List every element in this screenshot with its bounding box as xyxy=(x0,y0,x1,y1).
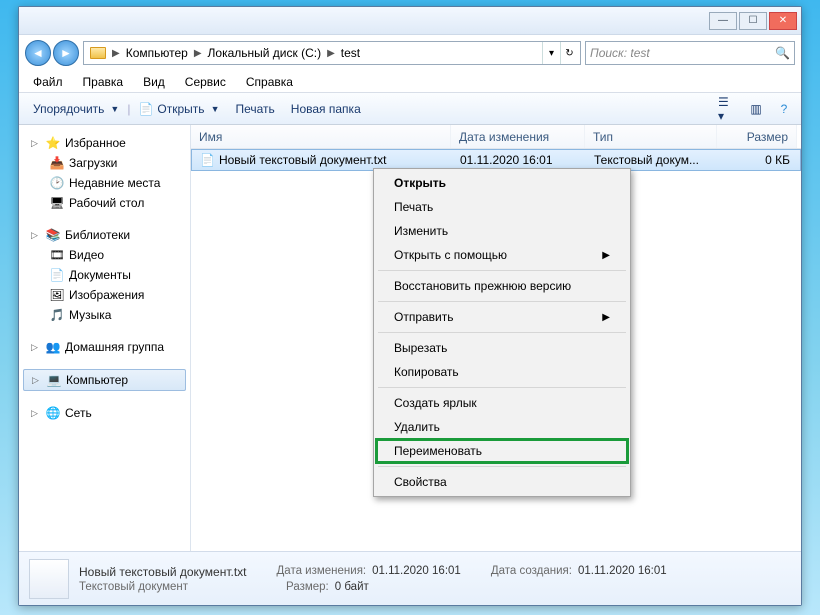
sidebar-homegroup[interactable]: ▷👥Домашняя группа xyxy=(19,337,190,357)
chevron-right-icon: ▶ xyxy=(602,312,610,323)
status-size-label: Размер: xyxy=(286,581,329,593)
cm-open-with[interactable]: Открыть с помощью▶ xyxy=(376,243,628,267)
document-icon: 📄 xyxy=(138,102,153,116)
file-date: 01.11.2020 16:01 xyxy=(452,153,586,167)
homegroup-icon: 👥 xyxy=(45,339,61,355)
menu-file[interactable]: Файл xyxy=(25,73,71,91)
sidebar: ▷⭐Избранное 📥Загрузки 🕑Недавние места 🖥Р… xyxy=(19,125,191,551)
menubar: Файл Правка Вид Сервис Справка xyxy=(19,71,801,93)
status-file-icon xyxy=(29,559,69,599)
titlebar: — ☐ ✕ xyxy=(19,7,801,35)
view-options-icon[interactable]: ☰ ▾ xyxy=(717,98,739,120)
cm-open[interactable]: Открыть xyxy=(376,171,628,195)
organize-button[interactable]: Упорядочить▼ xyxy=(25,98,127,120)
cm-copy[interactable]: Копировать xyxy=(376,360,628,384)
breadcrumb[interactable]: ▶ Компьютер ▶ Локальный диск (C:) ▶ test… xyxy=(83,41,581,65)
sidebar-item-music[interactable]: 🎵Музыка xyxy=(19,305,190,325)
cm-rename[interactable]: Переименовать xyxy=(376,439,628,463)
sidebar-computer[interactable]: ▷💻Компьютер xyxy=(23,369,186,391)
status-size-value: 0 байт xyxy=(335,581,369,593)
computer-icon: 💻 xyxy=(46,372,62,388)
textfile-icon: 📄 xyxy=(200,153,215,167)
preview-pane-icon[interactable]: ▥ xyxy=(745,98,767,120)
status-datecreated-value: 01.11.2020 16:01 xyxy=(578,565,667,579)
sidebar-item-pictures[interactable]: 🖼Изображения xyxy=(19,285,190,305)
folder-icon xyxy=(90,47,106,59)
document-icon: 📄 xyxy=(49,267,65,283)
status-title: Новый текстовый документ.txt xyxy=(79,565,247,579)
toolbar: Упорядочить▼ | 📄Открыть▼ Печать Новая па… xyxy=(19,93,801,125)
libraries-icon: 📚 xyxy=(45,227,61,243)
file-size: 0 КБ xyxy=(718,153,798,167)
status-datecreated-label: Дата создания: xyxy=(491,565,572,579)
desktop-icon: 🖥 xyxy=(49,195,65,211)
recent-icon: 🕑 xyxy=(49,175,65,191)
list-header: Имя Дата изменения Тип Размер xyxy=(191,125,801,149)
folder-icon: 📥 xyxy=(49,155,65,171)
col-header-size[interactable]: Размер xyxy=(717,125,797,148)
cm-restore-version[interactable]: Восстановить прежнюю версию xyxy=(376,274,628,298)
statusbar: Новый текстовый документ.txt Дата измене… xyxy=(19,551,801,605)
open-button[interactable]: 📄Открыть▼ xyxy=(130,98,227,120)
sidebar-libraries[interactable]: ▷📚Библиотеки xyxy=(19,225,190,245)
new-folder-button[interactable]: Новая папка xyxy=(283,98,369,120)
sidebar-item-recent[interactable]: 🕑Недавние места xyxy=(19,173,190,193)
back-button[interactable]: ◄ xyxy=(25,40,51,66)
image-icon: 🖼 xyxy=(49,287,65,303)
chevron-right-icon: ▶ xyxy=(602,250,610,261)
nav-row: ◄ ► ▶ Компьютер ▶ Локальный диск (C:) ▶ … xyxy=(19,35,801,71)
col-header-name[interactable]: Имя xyxy=(191,125,451,148)
close-button[interactable]: ✕ xyxy=(769,12,797,30)
cm-shortcut[interactable]: Создать ярлык xyxy=(376,391,628,415)
breadcrumb-segment[interactable]: test xyxy=(337,46,364,60)
network-icon: 🌐 xyxy=(45,405,61,421)
cm-delete[interactable]: Удалить xyxy=(376,415,628,439)
context-menu: Открыть Печать Изменить Открыть с помощь… xyxy=(373,168,631,497)
help-icon[interactable]: ? xyxy=(773,98,795,120)
menu-edit[interactable]: Правка xyxy=(75,73,132,91)
sidebar-item-downloads[interactable]: 📥Загрузки xyxy=(19,153,190,173)
cm-edit[interactable]: Изменить xyxy=(376,219,628,243)
refresh-icon[interactable]: ↻ xyxy=(560,42,578,64)
search-icon[interactable]: 🔍 xyxy=(775,46,790,60)
sidebar-item-desktop[interactable]: 🖥Рабочий стол xyxy=(19,193,190,213)
forward-button[interactable]: ► xyxy=(53,40,79,66)
print-button[interactable]: Печать xyxy=(227,98,282,120)
search-input[interactable]: Поиск: test 🔍 xyxy=(585,41,795,65)
status-datemod-label: Дата изменения: xyxy=(277,565,367,579)
col-header-date[interactable]: Дата изменения xyxy=(451,125,585,148)
music-icon: 🎵 xyxy=(49,307,65,323)
file-type: Текстовый докум... xyxy=(586,153,718,167)
maximize-button[interactable]: ☐ xyxy=(739,12,767,30)
menu-help[interactable]: Справка xyxy=(238,73,301,91)
breadcrumb-dropdown-icon[interactable]: ▾ xyxy=(542,42,560,64)
star-icon: ⭐ xyxy=(45,135,61,151)
menu-tools[interactable]: Сервис xyxy=(177,73,234,91)
breadcrumb-segment[interactable]: Компьютер xyxy=(122,46,192,60)
sidebar-network[interactable]: ▷🌐Сеть xyxy=(19,403,190,423)
minimize-button[interactable]: — xyxy=(709,12,737,30)
status-subtitle: Текстовый документ xyxy=(79,581,188,593)
sidebar-favorites[interactable]: ▷⭐Избранное xyxy=(19,133,190,153)
cm-properties[interactable]: Свойства xyxy=(376,470,628,494)
menu-view[interactable]: Вид xyxy=(135,73,173,91)
status-datemod-value: 01.11.2020 16:01 xyxy=(372,565,461,579)
video-icon: 🎞 xyxy=(49,247,65,263)
cm-print[interactable]: Печать xyxy=(376,195,628,219)
col-header-type[interactable]: Тип xyxy=(585,125,717,148)
cm-send-to[interactable]: Отправить▶ xyxy=(376,305,628,329)
sidebar-item-videos[interactable]: 🎞Видео xyxy=(19,245,190,265)
breadcrumb-segment[interactable]: Локальный диск (C:) xyxy=(204,46,326,60)
cm-cut[interactable]: Вырезать xyxy=(376,336,628,360)
sidebar-item-documents[interactable]: 📄Документы xyxy=(19,265,190,285)
search-placeholder: Поиск: test xyxy=(590,46,650,60)
